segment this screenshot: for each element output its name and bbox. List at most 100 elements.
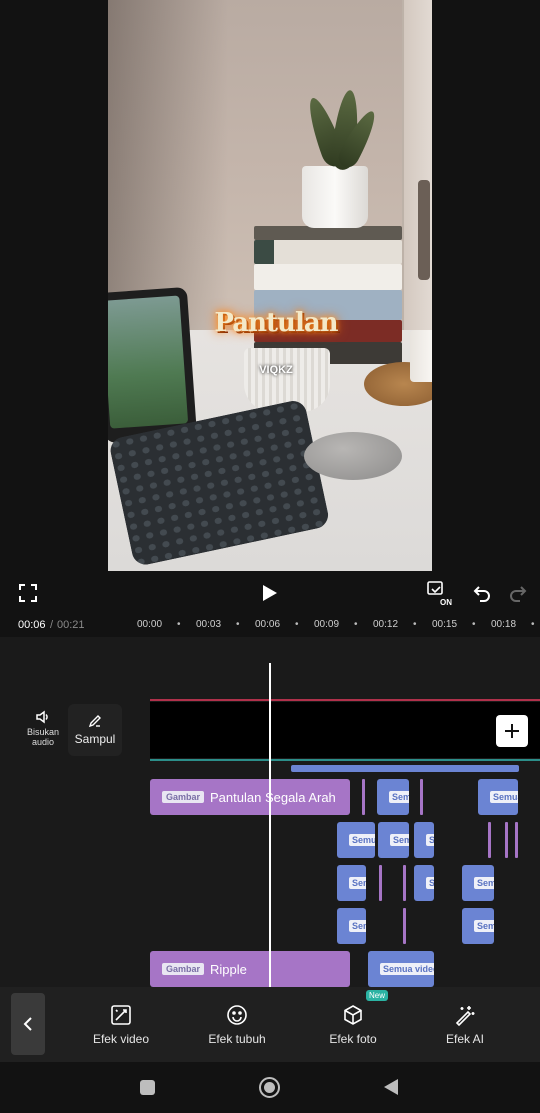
timeline-area[interactable]: Bisukan audio Sampul Gambar Pantulan Seg… bbox=[0, 637, 540, 987]
ruler-tick: 00:00 bbox=[137, 619, 163, 630]
back-nav-icon[interactable] bbox=[383, 1078, 399, 1101]
clip-label: Pantulan Segala Arah bbox=[210, 789, 336, 805]
effect-clip[interactable]: Semua bbox=[378, 822, 409, 858]
system-nav-bar bbox=[0, 1062, 540, 1113]
ruler-dot: • bbox=[177, 619, 181, 630]
play-icon bbox=[263, 585, 277, 601]
video-preview-frame[interactable]: Pantulan VIQKZ bbox=[108, 0, 432, 571]
redo-icon[interactable] bbox=[506, 579, 530, 607]
ruler-dot: • bbox=[295, 619, 299, 630]
clip-tag: Semua bbox=[349, 920, 366, 932]
time-ruler[interactable]: 00:06 / 00:21 00:00 • 00:03 • 00:06 • 00… bbox=[0, 615, 540, 637]
book bbox=[254, 240, 402, 264]
effect-bar[interactable] bbox=[291, 765, 519, 772]
tool-label: Efek tubuh bbox=[208, 1031, 266, 1046]
undo-icon[interactable] bbox=[470, 579, 494, 607]
effect-clip[interactable]: Semua video bbox=[368, 951, 434, 987]
effect-marker[interactable] bbox=[403, 908, 406, 944]
tool-video-effect[interactable]: Efek video bbox=[82, 987, 160, 1062]
effect-marker[interactable] bbox=[403, 865, 406, 901]
effect-marker[interactable] bbox=[362, 779, 365, 815]
back-button[interactable] bbox=[11, 993, 45, 1055]
book-stack bbox=[254, 226, 402, 366]
ruler-dot: • bbox=[236, 619, 240, 630]
new-badge: New bbox=[366, 990, 389, 1001]
effect-clip[interactable]: Semua bbox=[337, 822, 375, 858]
ruler-dot: • bbox=[354, 619, 358, 630]
keyframe-badge: ON bbox=[440, 598, 452, 607]
ruler-dot: • bbox=[472, 619, 476, 630]
keyframe-toggle[interactable]: ON bbox=[424, 577, 452, 607]
sticker-author: VIQKZ bbox=[259, 364, 293, 376]
effect-marker[interactable] bbox=[379, 865, 382, 901]
ruler-dot: • bbox=[531, 619, 535, 630]
time-separator: / bbox=[50, 619, 54, 631]
clip-tag: Semua bbox=[474, 877, 494, 889]
fullscreen-icon[interactable] bbox=[16, 579, 40, 607]
main-video-track[interactable] bbox=[150, 702, 540, 758]
clip-tag: Semua bbox=[349, 877, 366, 889]
total-time: 00:21 bbox=[57, 619, 85, 631]
tool-label: Efek foto bbox=[329, 1031, 377, 1046]
playhead[interactable] bbox=[269, 663, 271, 987]
play-button[interactable] bbox=[256, 577, 284, 609]
home-icon[interactable] bbox=[259, 1077, 280, 1098]
home-icon-dot bbox=[264, 1082, 275, 1093]
recents-icon[interactable] bbox=[140, 1080, 155, 1095]
tool-ai-effect[interactable]: Efek AI bbox=[426, 987, 504, 1062]
playback-controls: ON bbox=[0, 571, 540, 615]
ruler-tick: 00:03 bbox=[196, 619, 222, 630]
clip-tag: Gambar bbox=[162, 963, 205, 975]
effects-toolbar: Efek video Efek tubuh Efek foto New Efek… bbox=[0, 987, 540, 1062]
plus-icon bbox=[505, 724, 519, 738]
book bbox=[254, 264, 402, 290]
speaker-icon bbox=[36, 710, 48, 724]
clip-tag: Semua bbox=[474, 920, 494, 932]
door-handle bbox=[418, 180, 430, 280]
effect-clip[interactable]: Gambar Pantulan Segala Arah bbox=[150, 779, 350, 815]
effect-clip[interactable]: Semua bbox=[414, 822, 434, 858]
ruler-tick: 00:06 bbox=[255, 619, 281, 630]
effect-clip[interactable]: Semua bbox=[414, 865, 434, 901]
effect-clip[interactable]: Gambar Ripple bbox=[150, 951, 350, 987]
ruler-tick: 00:15 bbox=[432, 619, 458, 630]
cover-button[interactable]: Sampul bbox=[68, 704, 122, 756]
clip-tag: Semua bbox=[490, 791, 518, 803]
tool-label: Efek AI bbox=[445, 1031, 485, 1046]
effect-clip[interactable]: Semua bbox=[478, 779, 518, 815]
effect-marker[interactable] bbox=[505, 822, 508, 858]
effect-marker[interactable] bbox=[488, 822, 491, 858]
chevron-left-icon bbox=[23, 1017, 32, 1031]
clip-label: Ripple bbox=[210, 961, 247, 977]
door bbox=[402, 0, 432, 360]
video-preview-area: Pantulan VIQKZ bbox=[0, 0, 540, 571]
effect-marker[interactable] bbox=[420, 779, 423, 815]
effect-clip[interactable]: Semua bbox=[462, 908, 494, 944]
video-effect-icon bbox=[111, 1004, 131, 1025]
add-clip-button[interactable] bbox=[496, 715, 528, 747]
clip-tag: Semua video bbox=[380, 963, 434, 975]
face-icon bbox=[227, 1004, 247, 1025]
cover-label: Sampul bbox=[74, 732, 116, 746]
tablet-screen bbox=[108, 295, 189, 429]
current-time: 00:06 bbox=[18, 619, 46, 631]
tool-photo-effect[interactable]: Efek foto New bbox=[314, 987, 392, 1062]
candle bbox=[410, 330, 432, 382]
pencil-icon bbox=[88, 715, 101, 728]
tablet bbox=[108, 286, 198, 444]
audio-line bbox=[150, 699, 540, 701]
magic-wand-icon bbox=[455, 1005, 475, 1026]
effect-clip[interactable]: Semua bbox=[377, 779, 409, 815]
ruler-dot: • bbox=[413, 619, 417, 630]
mouse bbox=[304, 432, 402, 480]
plant-pot bbox=[302, 166, 368, 228]
effect-clip[interactable]: Semua bbox=[337, 908, 366, 944]
effect-marker[interactable] bbox=[515, 822, 518, 858]
effect-clip[interactable]: Semua bbox=[462, 865, 494, 901]
effect-clip[interactable]: Semua bbox=[337, 865, 366, 901]
book bbox=[254, 226, 402, 240]
sticker-logo[interactable]: Pantulan bbox=[206, 308, 346, 338]
clip-tag: Semua bbox=[426, 834, 434, 846]
mute-audio-button[interactable]: Bisukan audio bbox=[22, 709, 64, 755]
tool-body-effect[interactable]: Efek tubuh bbox=[198, 987, 276, 1062]
